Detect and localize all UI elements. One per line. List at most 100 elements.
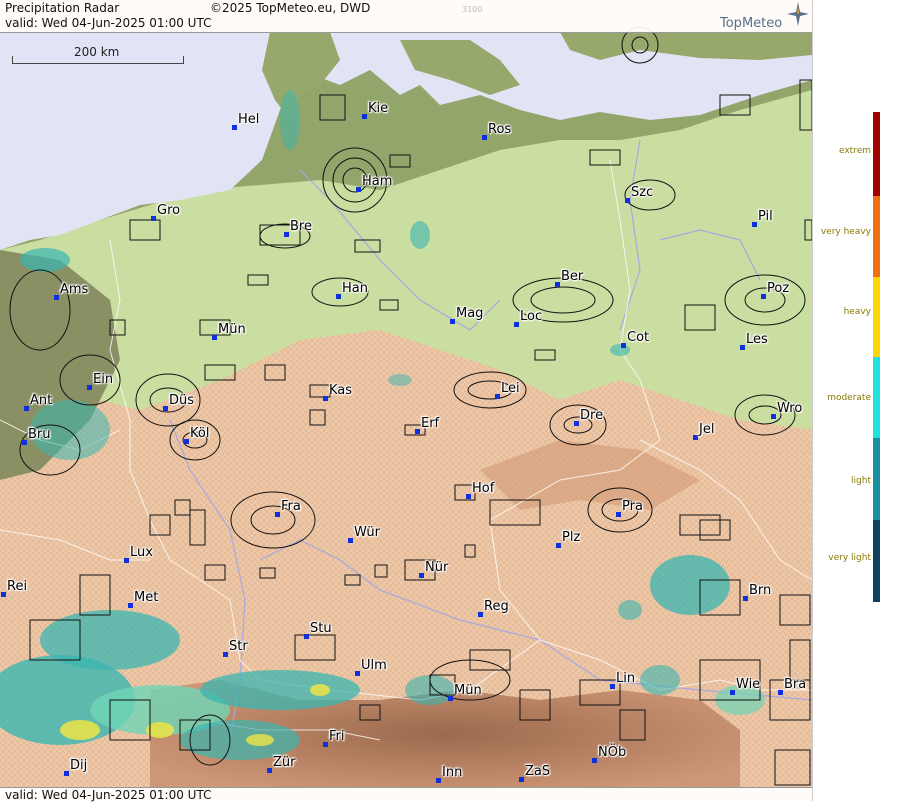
- city-label[interactable]: Fra: [281, 499, 301, 514]
- city-label[interactable]: Ulm: [361, 658, 387, 673]
- city-marker: [419, 573, 424, 578]
- city-marker: [1, 592, 6, 597]
- map-code: 3100: [462, 5, 483, 14]
- city-marker: [693, 435, 698, 440]
- city-label[interactable]: Stu: [310, 621, 332, 636]
- city-label[interactable]: Les: [746, 332, 768, 347]
- legend-swatch: [873, 438, 880, 520]
- map-header: Precipitation Radar valid: Wed 04-Jun-20…: [0, 0, 812, 33]
- city-label[interactable]: Poz: [767, 281, 789, 296]
- city-label[interactable]: Han: [342, 281, 368, 296]
- land-sweden: [560, 32, 812, 60]
- city-label[interactable]: Fri: [329, 729, 345, 744]
- city-marker: [87, 385, 92, 390]
- map-footer: valid: Wed 04-Jun-2025 01:00 UTC: [0, 787, 812, 802]
- legend-label: moderate: [827, 393, 871, 403]
- city-marker: [495, 394, 500, 399]
- city-label[interactable]: Mün: [454, 683, 482, 698]
- city-marker: [54, 295, 59, 300]
- city-label[interactable]: Erf: [421, 416, 439, 431]
- city-label[interactable]: Köl: [190, 426, 209, 441]
- compass-star-icon: [787, 2, 809, 26]
- city-marker: [275, 512, 280, 517]
- city-label[interactable]: Pil: [758, 209, 773, 224]
- city-marker: [592, 758, 597, 763]
- scale-bar: [12, 56, 184, 64]
- footer-valid-time: valid: Wed 04-Jun-2025 01:00 UTC: [5, 788, 212, 802]
- city-label[interactable]: Wür: [354, 525, 380, 540]
- city-marker: [323, 396, 328, 401]
- legend-label: heavy: [843, 307, 871, 317]
- map-canvas: [0, 0, 812, 801]
- city-marker: [514, 322, 519, 327]
- legend-label: extrem: [838, 146, 871, 156]
- city-label[interactable]: Jel: [699, 422, 714, 437]
- city-marker: [482, 135, 487, 140]
- city-marker: [610, 684, 615, 689]
- city-label[interactable]: Lux: [130, 545, 153, 560]
- city-label[interactable]: Zür: [273, 755, 296, 770]
- city-label[interactable]: Pra: [622, 499, 643, 514]
- city-label[interactable]: Wro: [777, 401, 802, 416]
- city-label[interactable]: Lin: [616, 671, 635, 686]
- city-label[interactable]: Dre: [580, 408, 603, 423]
- legend-label: very heavy: [820, 227, 871, 237]
- city-label[interactable]: Plz: [562, 530, 580, 545]
- city-marker: [778, 690, 783, 695]
- city-label[interactable]: Kas: [329, 383, 352, 398]
- city-marker: [478, 612, 483, 617]
- city-label[interactable]: Szc: [631, 185, 653, 200]
- radar-map[interactable]: [0, 0, 812, 801]
- city-marker: [124, 558, 129, 563]
- city-label[interactable]: Cot: [627, 330, 649, 345]
- city-label[interactable]: Loc: [520, 309, 542, 324]
- city-label[interactable]: Gro: [157, 203, 180, 218]
- city-marker: [743, 596, 748, 601]
- city-label[interactable]: Hof: [472, 481, 494, 496]
- city-label[interactable]: Wie: [736, 677, 760, 692]
- city-label[interactable]: Reg: [484, 599, 509, 614]
- city-label[interactable]: Mün: [218, 322, 246, 337]
- city-label[interactable]: Ber: [561, 269, 583, 284]
- city-marker: [556, 543, 561, 548]
- city-label[interactable]: ZaS: [525, 764, 550, 779]
- legend-swatch: [873, 112, 880, 196]
- city-marker: [323, 742, 328, 747]
- intensity-legend: extrem very heavy heavy moderate light very l…: [812, 0, 904, 801]
- city-marker: [752, 222, 757, 227]
- city-label[interactable]: Str: [229, 639, 248, 654]
- city-label[interactable]: Düs: [169, 393, 194, 408]
- legend-swatch: [873, 277, 880, 357]
- city-label[interactable]: Rei: [7, 579, 27, 594]
- city-label[interactable]: NÖb: [598, 745, 626, 760]
- city-label[interactable]: Nür: [425, 560, 448, 575]
- city-label[interactable]: Mag: [456, 306, 483, 321]
- copyright: ©2025 TopMeteo.eu, DWD: [210, 1, 371, 15]
- city-label[interactable]: Kie: [368, 101, 388, 116]
- city-label[interactable]: Brn: [749, 583, 771, 598]
- city-label[interactable]: Inn: [442, 765, 462, 780]
- city-label[interactable]: Dij: [70, 758, 87, 773]
- city-marker: [436, 778, 441, 783]
- city-label[interactable]: Bra: [784, 677, 806, 692]
- city-label[interactable]: Bru: [28, 427, 51, 442]
- city-marker: [362, 114, 367, 119]
- city-label[interactable]: Ham: [362, 174, 392, 189]
- city-label[interactable]: Met: [134, 590, 158, 605]
- city-label[interactable]: Hel: [238, 112, 259, 127]
- city-label[interactable]: Bre: [290, 219, 312, 234]
- city-marker: [64, 771, 69, 776]
- city-marker: [450, 319, 455, 324]
- city-marker: [771, 414, 776, 419]
- topmeteo-logo[interactable]: TopMeteo: [720, 16, 782, 31]
- city-marker: [621, 343, 626, 348]
- city-marker: [740, 345, 745, 350]
- city-label[interactable]: Ams: [60, 282, 88, 297]
- city-label[interactable]: Ant: [30, 393, 52, 408]
- city-marker: [730, 690, 735, 695]
- city-marker: [355, 671, 360, 676]
- city-label[interactable]: Ein: [93, 372, 113, 387]
- city-label[interactable]: Ros: [488, 122, 511, 137]
- city-marker: [24, 406, 29, 411]
- city-label[interactable]: Lei: [501, 381, 520, 396]
